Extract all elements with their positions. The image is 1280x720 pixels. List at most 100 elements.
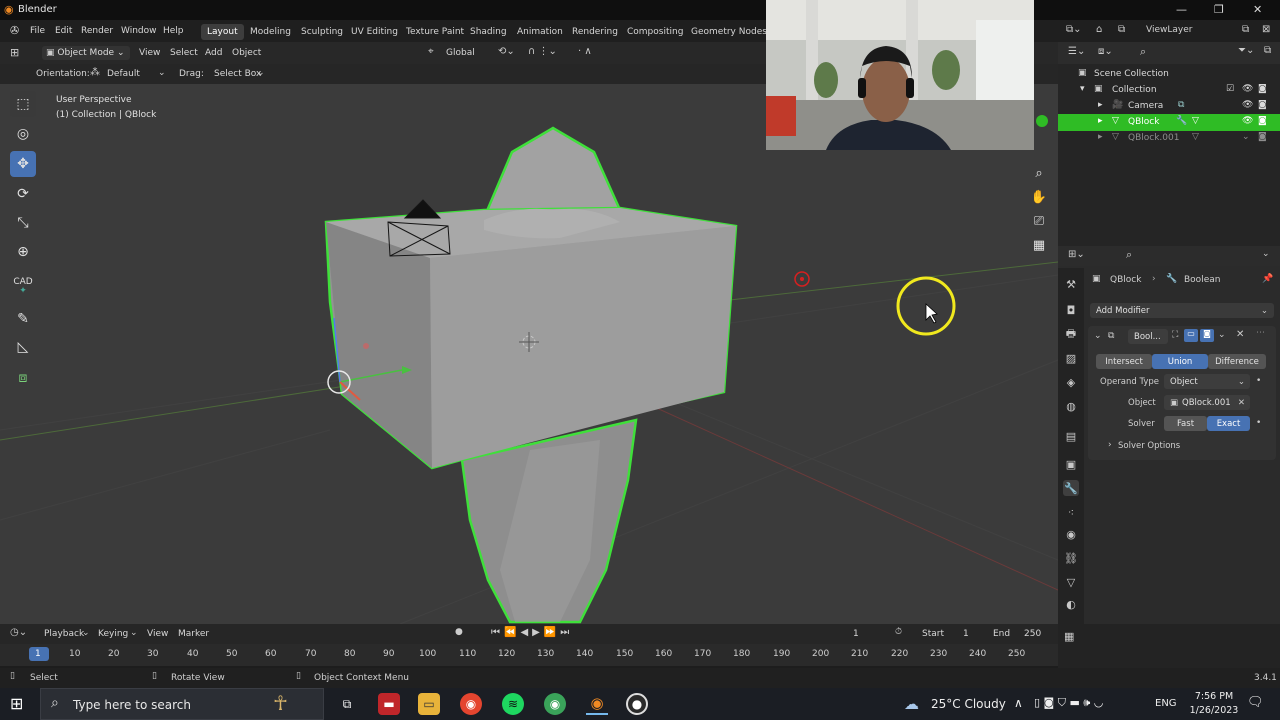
annotate-tool-icon[interactable]: ✎ xyxy=(10,306,36,332)
keyframe-dot-icon[interactable]: • xyxy=(1256,376,1261,386)
difference-button[interactable]: Difference xyxy=(1208,354,1266,369)
collapse-arrow-icon[interactable]: ⌄ xyxy=(1094,331,1102,341)
obs-icon[interactable]: ● xyxy=(626,693,648,715)
view-layer-name[interactable]: ViewLayer xyxy=(1146,25,1192,35)
tab-modeling[interactable]: Modeling xyxy=(244,24,297,40)
tab-uv-editing[interactable]: UV Editing xyxy=(345,24,404,40)
taskbar-search-box[interactable]: ⌕ Type here to search ☥ xyxy=(40,688,324,720)
app-red-icon[interactable]: ▬ xyxy=(378,693,400,715)
new-collection-icon[interactable]: ⧉ xyxy=(1264,45,1271,56)
menu-select[interactable]: Select xyxy=(170,48,198,58)
tab-geometry-nodes[interactable]: Geometry Nodes xyxy=(685,24,773,40)
editor-type-icon[interactable]: ⊞⌄ xyxy=(1068,249,1085,260)
object-field[interactable]: ▣ QBlock.001 ✕ xyxy=(1164,395,1250,410)
add-cube-tool-icon[interactable]: ⧈ xyxy=(10,365,36,391)
tab-animation[interactable]: Animation xyxy=(511,24,569,40)
tray-icons[interactable]: ▯ ◙ ⛉ ▬ 🕪 ◡ xyxy=(1034,696,1103,710)
camera-view-icon[interactable]: ⎚ xyxy=(1028,210,1050,232)
eye-hidden-icon[interactable]: ⌄ xyxy=(1242,132,1250,142)
menu-edit[interactable]: Edit xyxy=(55,26,72,36)
language-indicator[interactable]: ENG xyxy=(1155,698,1177,709)
outliner-row-qblock-001[interactable]: ▸ ▽ QBlock.001 ▽ ⌄ ◙ xyxy=(1058,130,1280,147)
menu-marker[interactable]: Marker xyxy=(178,629,209,639)
menu-object[interactable]: Object xyxy=(232,48,261,58)
tool-tab-icon[interactable]: ⚒ xyxy=(1063,276,1079,292)
union-button[interactable]: Union xyxy=(1152,354,1208,369)
expand-arrow-icon[interactable]: ▸ xyxy=(1098,132,1103,142)
windows-start-icon[interactable]: ⊞ xyxy=(10,694,23,713)
menu-view[interactable]: View xyxy=(139,48,160,58)
chrome-icon[interactable]: ◉ xyxy=(460,693,482,715)
outliner-row-qblock[interactable]: ▸ ▽ QBlock 🔧 ▽ 👁 ◙ xyxy=(1058,114,1280,131)
filter-icon[interactable]: ⏷⌄ xyxy=(1238,45,1254,56)
camera-render-icon[interactable]: ◙ xyxy=(1258,132,1267,142)
select-box-tool-icon[interactable]: ⬚ xyxy=(10,91,36,117)
expand-arrow-icon[interactable]: ▸ xyxy=(1098,100,1103,110)
tab-texture-paint[interactable]: Texture Paint xyxy=(400,24,470,40)
outliner-row-camera[interactable]: ▸ 🎥 Camera ⧉ 👁 ◙ xyxy=(1058,98,1280,115)
add-modifier-button[interactable]: Add Modifier ⌄ xyxy=(1090,303,1274,318)
solver-exact-button[interactable]: Exact xyxy=(1207,416,1250,431)
constraints-tab-icon[interactable]: ⛓ xyxy=(1063,550,1079,566)
playback-controls-icon[interactable]: ⏮⏪◀▶⏩⏭ xyxy=(491,627,573,638)
3d-viewport[interactable] xyxy=(0,84,1058,624)
checkbox-icon[interactable]: ☑ xyxy=(1226,84,1234,94)
expand-arrow-icon[interactable]: ▸ xyxy=(1098,116,1103,126)
menu-playback[interactable]: Playback xyxy=(44,629,84,639)
clock-time[interactable]: 7:56 PM xyxy=(1188,691,1240,702)
particles-tab-icon[interactable]: ⁖ xyxy=(1063,504,1079,520)
camera-render-icon[interactable]: ◙ xyxy=(1258,84,1267,94)
eye-icon[interactable]: 👁 xyxy=(1242,116,1253,126)
render-display-icon[interactable]: ◙ xyxy=(1200,329,1214,342)
copy-icon[interactable]: ⧉⌄ xyxy=(1066,24,1082,35)
snap-icon[interactable]: ∩ ⋮⌄ xyxy=(528,46,557,57)
perspective-grid-icon[interactable]: ▦ xyxy=(1028,234,1050,256)
proportional-editing-icon[interactable]: · ∧ xyxy=(578,46,592,57)
operand-type-dropdown[interactable]: Object ⌄ xyxy=(1164,374,1250,389)
scale-tool-icon[interactable]: ⤡ xyxy=(10,210,36,236)
menu-help[interactable]: Help xyxy=(163,26,184,36)
viewport-display-icon[interactable]: ▭ xyxy=(1184,329,1198,342)
camera-render-icon[interactable]: ◙ xyxy=(1258,116,1267,126)
tab-sculpting[interactable]: Sculpting xyxy=(295,24,349,40)
weather-text[interactable]: 25°C Cloudy xyxy=(931,697,1006,711)
outliner-row-collection[interactable]: ▾ ▣ Collection ☑ 👁 ◙ xyxy=(1058,82,1280,99)
drag-dropdown[interactable]: Select Box xyxy=(214,69,261,79)
menu-window[interactable]: Window xyxy=(121,26,157,36)
menu-file[interactable]: File xyxy=(30,26,45,36)
cad-tool[interactable]: CAD ✦ xyxy=(10,274,36,300)
physics-tab-icon[interactable]: ◉ xyxy=(1063,526,1079,542)
edit-mode-icon[interactable]: ⛶ xyxy=(1172,330,1178,340)
tab-rendering[interactable]: Rendering xyxy=(566,24,624,40)
drag-handle-icon[interactable]: ⋯ xyxy=(1256,328,1265,338)
eye-icon[interactable]: 👁 xyxy=(1242,100,1253,110)
task-view-icon[interactable]: ⧉ xyxy=(336,693,358,715)
orientation-dropdown[interactable]: Default xyxy=(107,69,140,79)
filter-view-icon[interactable]: ⧈⌄ xyxy=(1098,46,1113,57)
menu-add[interactable]: Add xyxy=(205,48,222,58)
pin-icon[interactable]: 📌 xyxy=(1262,274,1273,284)
spotify-icon[interactable]: ≋ xyxy=(502,693,524,715)
file-explorer-icon[interactable]: ▭ xyxy=(418,693,440,715)
delete-icon[interactable]: ⊠ xyxy=(1262,24,1270,35)
scene-icon[interactable]: ⌂ xyxy=(1096,24,1102,35)
modifier-name-field[interactable]: Bool... xyxy=(1128,329,1168,344)
pivot-icon[interactable]: ⟲⌄ xyxy=(498,46,515,57)
mode-dropdown[interactable]: ▣ Object Mode ⌄ xyxy=(42,46,130,60)
blender-menu-icon[interactable]: ✇ xyxy=(10,24,19,37)
layer-icon[interactable]: ⧉ xyxy=(1118,24,1125,35)
record-icon[interactable]: ● xyxy=(455,627,463,637)
tab-shading[interactable]: Shading xyxy=(464,24,513,40)
maximize-icon[interactable]: ❐ xyxy=(1214,3,1224,16)
display-mode-icon[interactable]: ☰⌄ xyxy=(1068,46,1085,57)
blender-taskbar-icon[interactable]: ◉ xyxy=(586,693,608,715)
expand-arrow-icon[interactable]: ▾ xyxy=(1080,84,1085,94)
menu-keying[interactable]: Keying xyxy=(98,629,128,639)
render-tab-icon[interactable]: ◘ xyxy=(1063,302,1079,318)
cursor-tool-icon[interactable]: ◎ xyxy=(10,121,36,147)
search-icon[interactable]: ⌕ xyxy=(1140,45,1146,59)
camera-render-icon[interactable]: ◙ xyxy=(1258,100,1267,110)
start-frame[interactable]: 1 xyxy=(963,629,969,639)
tab-layout[interactable]: Layout xyxy=(201,24,244,40)
chevron-down-icon[interactable]: ⌄ xyxy=(1218,330,1226,340)
